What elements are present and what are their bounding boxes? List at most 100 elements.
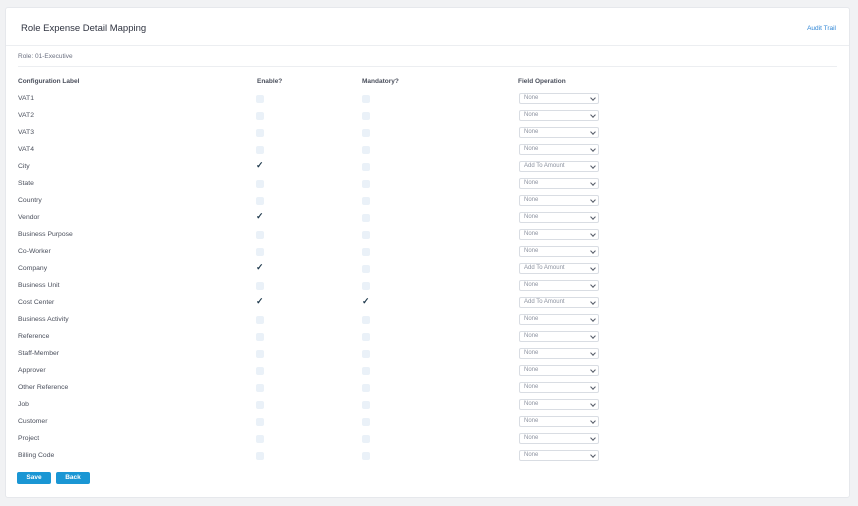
table-row: Co-Worker None bbox=[6, 243, 849, 260]
field-operation-select[interactable]: None bbox=[519, 212, 599, 223]
mandatory-checkbox[interactable] bbox=[362, 452, 370, 460]
enable-checkbox[interactable] bbox=[256, 333, 264, 341]
enable-checkbox[interactable] bbox=[256, 112, 264, 120]
enable-checkbox[interactable] bbox=[256, 282, 264, 290]
table-row: Staff-Member None bbox=[6, 345, 849, 362]
mapping-card: Role Expense Detail Mapping Audit Trail … bbox=[5, 7, 850, 498]
mandatory-checkbox[interactable] bbox=[362, 112, 370, 120]
table-row: Business Activity None bbox=[6, 311, 849, 328]
field-operation-select[interactable]: None bbox=[519, 178, 599, 189]
chevron-down-icon bbox=[590, 95, 596, 101]
enable-checkbox[interactable] bbox=[256, 197, 264, 205]
field-operation-value: None bbox=[524, 146, 539, 152]
chevron-down-icon bbox=[590, 350, 596, 356]
field-operation-select[interactable]: None bbox=[519, 195, 599, 206]
mandatory-checkbox[interactable] bbox=[362, 384, 370, 392]
field-operation-select[interactable]: None bbox=[519, 416, 599, 427]
column-header-mandatory: Mandatory? bbox=[362, 78, 399, 85]
chevron-down-icon bbox=[590, 452, 596, 458]
enable-checkbox[interactable] bbox=[256, 384, 264, 392]
field-operation-select[interactable]: None bbox=[519, 280, 599, 291]
field-operation-value: Add To Amount bbox=[524, 265, 565, 271]
check-icon: ✓ bbox=[256, 211, 264, 221]
mandatory-checkbox[interactable] bbox=[362, 163, 370, 171]
field-operation-value: None bbox=[524, 214, 539, 220]
table-row: Reference None bbox=[6, 328, 849, 345]
mandatory-checkbox[interactable] bbox=[362, 367, 370, 375]
field-operation-select[interactable]: None bbox=[519, 331, 599, 342]
enable-checkbox[interactable] bbox=[256, 129, 264, 137]
field-operation-value: None bbox=[524, 95, 539, 101]
mandatory-checkbox[interactable] bbox=[362, 316, 370, 324]
field-operation-select[interactable]: None bbox=[519, 246, 599, 257]
chevron-down-icon bbox=[590, 146, 596, 152]
enable-checkbox[interactable]: ✓ bbox=[256, 160, 264, 171]
enable-checkbox[interactable]: ✓ bbox=[256, 211, 264, 222]
field-operation-select[interactable]: None bbox=[519, 144, 599, 155]
save-button[interactable]: Save bbox=[17, 472, 51, 484]
enable-checkbox[interactable] bbox=[256, 231, 264, 239]
field-operation-select[interactable]: None bbox=[519, 314, 599, 325]
enable-checkbox[interactable] bbox=[256, 452, 264, 460]
mandatory-checkbox[interactable] bbox=[362, 248, 370, 256]
field-operation-value: None bbox=[524, 367, 539, 373]
field-operation-select[interactable]: None bbox=[519, 450, 599, 461]
enable-checkbox[interactable] bbox=[256, 316, 264, 324]
mandatory-checkbox[interactable] bbox=[362, 350, 370, 358]
chevron-down-icon bbox=[590, 248, 596, 254]
field-operation-select[interactable]: None bbox=[519, 93, 599, 104]
chevron-down-icon bbox=[590, 435, 596, 441]
mandatory-checkbox[interactable] bbox=[362, 180, 370, 188]
enable-checkbox[interactable]: ✓ bbox=[256, 296, 264, 307]
table-row: Company ✓ Add To Amount bbox=[6, 260, 849, 277]
enable-checkbox[interactable] bbox=[256, 95, 264, 103]
mandatory-checkbox[interactable] bbox=[362, 214, 370, 222]
chevron-down-icon bbox=[590, 180, 596, 186]
field-operation-select[interactable]: None bbox=[519, 127, 599, 138]
enable-checkbox[interactable] bbox=[256, 146, 264, 154]
mandatory-checkbox[interactable] bbox=[362, 401, 370, 409]
field-operation-select[interactable]: Add To Amount bbox=[519, 297, 599, 308]
enable-checkbox[interactable] bbox=[256, 418, 264, 426]
row-label: Billing Code bbox=[18, 452, 55, 459]
row-label: State bbox=[18, 180, 34, 187]
card-header: Role Expense Detail Mapping Audit Trail bbox=[6, 8, 849, 46]
enable-checkbox[interactable] bbox=[256, 367, 264, 375]
mandatory-checkbox[interactable] bbox=[362, 231, 370, 239]
table-row: Customer None bbox=[6, 413, 849, 430]
back-button[interactable]: Back bbox=[56, 472, 90, 484]
mandatory-checkbox[interactable] bbox=[362, 146, 370, 154]
column-header-label: Configuration Label bbox=[18, 78, 80, 85]
mandatory-checkbox[interactable]: ✓ bbox=[362, 296, 370, 307]
field-operation-value: None bbox=[524, 197, 539, 203]
mandatory-checkbox[interactable] bbox=[362, 333, 370, 341]
field-operation-select[interactable]: None bbox=[519, 110, 599, 121]
mandatory-checkbox[interactable] bbox=[362, 435, 370, 443]
field-operation-select[interactable]: None bbox=[519, 433, 599, 444]
enable-checkbox[interactable] bbox=[256, 435, 264, 443]
chevron-down-icon bbox=[590, 316, 596, 322]
enable-checkbox[interactable] bbox=[256, 401, 264, 409]
mandatory-checkbox[interactable] bbox=[362, 129, 370, 137]
column-header-operation: Field Operation bbox=[518, 78, 566, 85]
enable-checkbox[interactable]: ✓ bbox=[256, 262, 264, 273]
field-operation-select[interactable]: Add To Amount bbox=[519, 161, 599, 172]
mandatory-checkbox[interactable] bbox=[362, 197, 370, 205]
field-operation-select[interactable]: None bbox=[519, 382, 599, 393]
field-operation-select[interactable]: Add To Amount bbox=[519, 263, 599, 274]
enable-checkbox[interactable] bbox=[256, 248, 264, 256]
enable-checkbox[interactable] bbox=[256, 180, 264, 188]
chevron-down-icon bbox=[590, 418, 596, 424]
mandatory-checkbox[interactable] bbox=[362, 418, 370, 426]
mandatory-checkbox[interactable] bbox=[362, 265, 370, 273]
enable-checkbox[interactable] bbox=[256, 350, 264, 358]
field-operation-select[interactable]: None bbox=[519, 365, 599, 376]
field-operation-select[interactable]: None bbox=[519, 348, 599, 359]
field-operation-select[interactable]: None bbox=[519, 399, 599, 410]
table-row: Business Purpose None bbox=[6, 226, 849, 243]
audit-trail-link[interactable]: Audit Trail bbox=[807, 25, 836, 32]
mandatory-checkbox[interactable] bbox=[362, 282, 370, 290]
check-icon: ✓ bbox=[256, 296, 264, 306]
field-operation-select[interactable]: None bbox=[519, 229, 599, 240]
mandatory-checkbox[interactable] bbox=[362, 95, 370, 103]
